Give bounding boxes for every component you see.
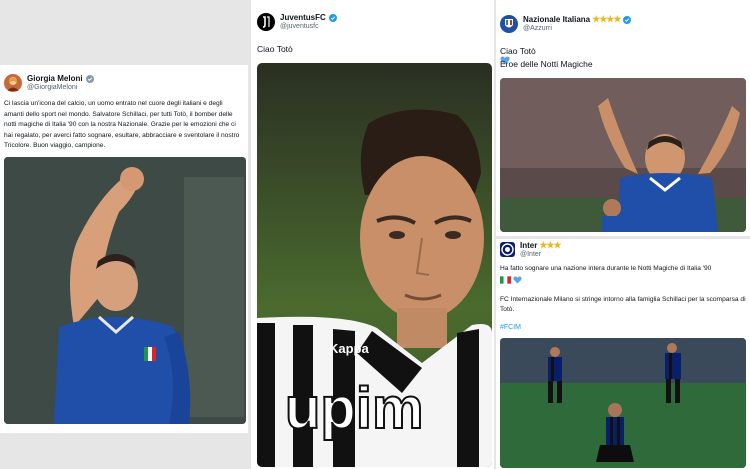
- star-rating-icon: ★★★: [539, 240, 561, 250]
- inter-line2: FC Internazionale Milano si stringe into…: [500, 296, 746, 313]
- schillaci-celebration-stadium-image: [500, 78, 746, 232]
- inter-name[interactable]: Inter: [520, 241, 537, 251]
- inter-line1: Ha fatto sognare una nazione intera dura…: [500, 265, 712, 272]
- star-rating-icon: ★★★★: [592, 14, 621, 25]
- shirt-brand-text: Kappa: [329, 341, 370, 356]
- juventus-avatar[interactable]: [257, 13, 275, 31]
- figc-logo-icon: [505, 19, 513, 28]
- juventus-handle[interactable]: @juventusfc: [280, 23, 337, 31]
- verified-badge-icon: [623, 16, 632, 25]
- nazionale-handle[interactable]: @Azzurri: [523, 25, 631, 33]
- nazionale-photo[interactable]: [500, 78, 746, 232]
- inter-avatar[interactable]: [500, 242, 515, 258]
- nazionale-line1-text: Ciao Totò: [500, 46, 536, 56]
- meloni-handle[interactable]: @GiorgiaMeloni: [27, 84, 94, 92]
- tweet-nazionale[interactable]: Nazionale Italiana ★★★★ @Azzurri Ciao Tot…: [496, 0, 750, 236]
- inter-emoji-row: [500, 275, 522, 284]
- schillaci-kneeling-image: [500, 338, 746, 468]
- schillaci-celebration-image: [4, 157, 246, 424]
- inter-hashtag-link[interactable]: #FCIM: [500, 324, 521, 331]
- meloni-avatar[interactable]: [4, 74, 22, 92]
- nazionale-avatar[interactable]: [500, 15, 518, 33]
- juventus-name[interactable]: JuventusFC: [280, 13, 326, 23]
- schillaci-portrait-image: upim Kappa: [257, 63, 492, 467]
- juventus-logo-icon: [262, 16, 270, 28]
- inter-logo-icon: [501, 243, 514, 256]
- shirt-sponsor-text: upim: [285, 376, 424, 441]
- tweet-meloni[interactable]: Giorgia Meloni @GiorgiaMeloni Ci lascia …: [0, 65, 248, 433]
- verified-badge-icon: [328, 14, 337, 23]
- juventus-tweet-text: Ciao Totò: [257, 44, 293, 54]
- italian-flag-icon: [500, 275, 511, 284]
- inter-handle[interactable]: @Inter: [520, 251, 561, 259]
- nazionale-line2: Eroe delle Notti Magiche: [500, 59, 593, 69]
- meloni-photo[interactable]: [4, 157, 246, 424]
- meloni-tweet-text: Ci lascia un'icona del calcio, un uomo e…: [4, 100, 240, 150]
- inter-photo[interactable]: [500, 338, 746, 468]
- tweet-juventus[interactable]: JuventusFC @juventusfc Ciao Totò upim Ka…: [251, 0, 494, 469]
- meloni-name[interactable]: Giorgia Meloni: [27, 74, 83, 84]
- verified-badge-icon: [85, 75, 94, 84]
- nazionale-name[interactable]: Nazionale Italiana: [523, 15, 590, 25]
- juventus-photo[interactable]: upim Kappa: [257, 63, 492, 467]
- tweet-inter[interactable]: Inter ★★★ @Inter Ha fatto sognare una naz…: [496, 239, 750, 469]
- blue-heart-icon: [513, 275, 522, 284]
